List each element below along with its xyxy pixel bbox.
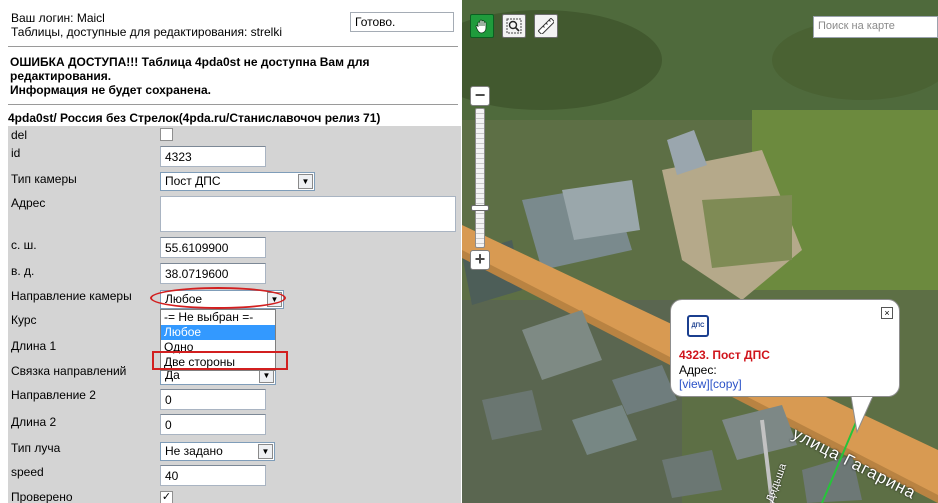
pan-tool-button[interactable]	[470, 14, 494, 38]
edit-panel: Ваш логин: Maicl Таблицы, доступные для …	[0, 0, 461, 503]
link-label: Связка направлений	[11, 364, 127, 378]
address-label: Адрес	[11, 196, 46, 210]
annotation-rectangle	[152, 351, 288, 370]
status-field: Готово.	[350, 12, 454, 32]
beam-select[interactable]: Не задано ▼	[160, 442, 275, 461]
zoom-slider-track[interactable]	[475, 108, 485, 248]
camera-type-label: Тип камеры	[11, 172, 77, 186]
table-title: 4pda0st/ Россия без Стрелок(4pda.ru/Стан…	[8, 111, 381, 125]
error-line-1: ОШИБКА ДОСТУПА!!! Таблица 4pda0st не дос…	[10, 55, 370, 69]
popup-tail	[850, 396, 874, 434]
speed-input[interactable]: 40	[160, 465, 266, 486]
del-checkbox[interactable]	[160, 128, 173, 141]
beam-value: Не задано	[165, 444, 223, 458]
view-link[interactable]: [view]	[679, 377, 710, 391]
camera-type-value: Пост ДПС	[165, 174, 221, 188]
lat-label: с. ш.	[11, 238, 37, 252]
length1-label: Длина 1	[11, 339, 57, 353]
tables-line: Таблицы, доступные для редактирования: s…	[11, 25, 283, 39]
course-label: Курс	[11, 313, 37, 327]
direction2-input[interactable]: 0	[160, 389, 266, 410]
direction-option[interactable]: -= Не выбран =-	[161, 310, 275, 325]
popup-title: 4323. Пост ДПС	[679, 348, 770, 362]
zoom-box-tool-button[interactable]	[502, 14, 526, 38]
zoom-out-button[interactable]: −	[470, 86, 490, 106]
divider	[8, 46, 458, 47]
zoom-box-icon	[506, 18, 522, 34]
checked-checkbox[interactable]: ✓	[160, 491, 173, 503]
direction-option-highlighted[interactable]: Любое	[161, 325, 275, 340]
error-line-2: редактирования.	[10, 69, 112, 83]
error-line-3: Информация не будет сохранена.	[10, 83, 211, 97]
beam-label: Тип луча	[11, 441, 61, 455]
access-error-message: ОШИБКА ДОСТУПА!!! Таблица 4pda0st не дос…	[10, 55, 450, 97]
close-icon[interactable]: ×	[881, 307, 893, 319]
lon-input[interactable]: 38.0719600	[160, 263, 266, 284]
popup-address-label: Адрес:	[679, 363, 717, 377]
zoom-slider-handle[interactable]	[471, 205, 489, 211]
checked-label: Проверено	[11, 490, 73, 503]
ruler-tool-button[interactable]	[534, 14, 558, 38]
direction2-label: Направление 2	[11, 388, 96, 402]
popup-links: [view][copy]	[679, 377, 742, 391]
direction-label: Направление камеры	[11, 289, 132, 303]
length2-input[interactable]: 0	[160, 414, 266, 435]
address-textarea[interactable]	[160, 196, 456, 232]
id-input[interactable]: 4323	[160, 146, 266, 167]
lat-input[interactable]: 55.6109900	[160, 237, 266, 258]
satellite-map[interactable]: Поиск на карте − + улица Гагарина Дядьша…	[462, 0, 938, 503]
del-label: del	[11, 128, 28, 142]
hand-pan-icon	[475, 19, 487, 34]
annotation-oval	[150, 287, 286, 309]
zoom-control: − +	[470, 86, 492, 272]
camera-type-select[interactable]: Пост ДПС ▼	[160, 172, 315, 191]
lon-label: в. д.	[11, 264, 35, 278]
session-info: Ваш логин: Maicl Таблицы, доступные для …	[11, 11, 282, 39]
id-label: id	[11, 146, 21, 160]
dropdown-arrow-icon: ▼	[298, 174, 313, 189]
speed-label: speed	[11, 465, 44, 479]
copy-link[interactable]: [copy]	[710, 377, 742, 391]
zoom-in-button[interactable]: +	[470, 250, 490, 270]
ruler-icon	[538, 18, 554, 34]
login-line: Ваш логин: Maicl	[11, 11, 105, 25]
length2-label: Длина 2	[11, 415, 57, 429]
dropdown-arrow-icon: ▼	[258, 444, 273, 459]
camera-info-popup: × ДПС 4323. Пост ДПС Адрес: [view][copy]	[670, 299, 900, 397]
divider	[8, 104, 458, 105]
map-search-input[interactable]: Поиск на карте	[813, 16, 938, 38]
dps-sign-icon: ДПС	[687, 315, 709, 337]
